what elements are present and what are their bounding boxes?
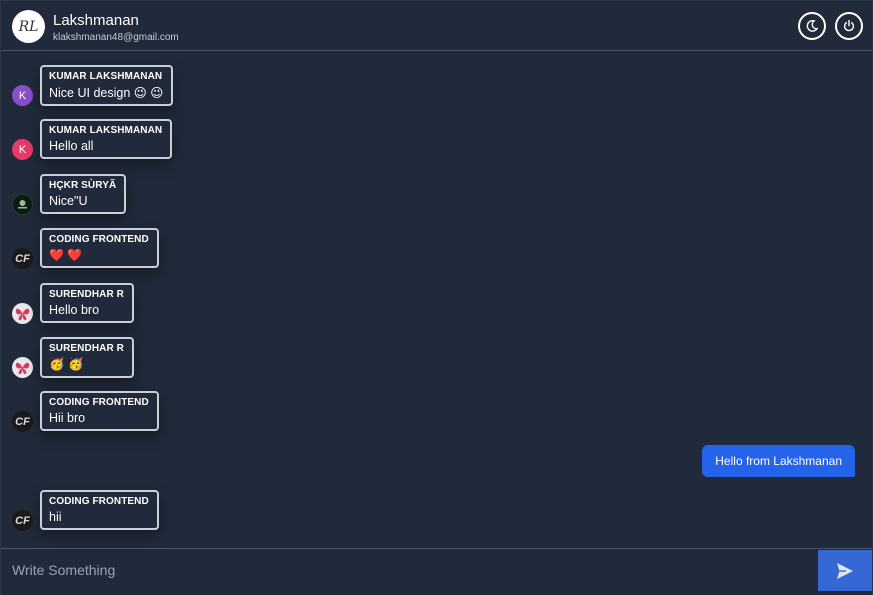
message-text: Nice UI design 😉 😉 [49, 86, 164, 100]
message-text: Nice"U [49, 194, 88, 208]
user-email: klakshmanan48@gmail.com [53, 32, 179, 43]
power-icon [843, 19, 855, 32]
message-list[interactable]: K KUMAR LAKSHMANAN Nice UI design 😉 😉 K … [1, 51, 872, 548]
message-text: hii [49, 510, 62, 524]
message-text: Hii bro [49, 411, 86, 425]
message-bubble: HÇKR SÙRYÃ Nice"U [40, 174, 127, 214]
sender-avatar: CF [12, 510, 33, 531]
send-icon [837, 562, 853, 579]
message-sender: HÇKR SÙRYÃ [49, 180, 117, 191]
message-sender: KUMAR LAKSHMANAN [49, 125, 163, 136]
message-text: Hello bro [49, 303, 100, 317]
message-sender: CODING FRONTEND [49, 496, 149, 507]
sender-avatar: K [12, 85, 33, 106]
message-text: ❤️ ❤️ [49, 248, 83, 262]
sender-avatar [12, 194, 33, 215]
own-message-bubble: Hello from Lakshmanan [702, 445, 855, 477]
moon-icon [806, 19, 819, 32]
message-sender: CODING FRONTEND [49, 397, 149, 408]
message-bubble: SURENDHAR R 🥳 🥳 [40, 337, 134, 378]
butterfly-icon [15, 308, 30, 320]
message-bubble: KUMAR LAKSHMANAN Nice UI design 😉 😉 [40, 65, 174, 106]
message-bubble: CODING FRONTEND Hii bro [40, 391, 159, 431]
sender-avatar: CF [12, 411, 33, 432]
message-input[interactable] [1, 549, 833, 591]
sender-avatar [12, 303, 33, 324]
message-text: Hello all [49, 139, 94, 153]
user-name: Lakshmanan [53, 12, 139, 29]
message-composer [1, 548, 872, 595]
theme-toggle-button[interactable] [798, 12, 826, 40]
user-avatar[interactable]: RL [12, 10, 45, 43]
message-sender: SURENDHAR R [49, 343, 124, 354]
hacker-logo-icon [18, 200, 27, 209]
message-bubble: KUMAR LAKSHMANAN Hello all [40, 119, 173, 159]
message-sender: KUMAR LAKSHMANAN [49, 71, 163, 82]
message-bubble: SURENDHAR R Hello bro [40, 283, 134, 323]
message-bubble: CODING FRONTEND ❤️ ❤️ [40, 228, 159, 268]
message-bubble: CODING FRONTEND hii [40, 490, 159, 530]
butterfly-icon [15, 362, 30, 374]
sender-avatar [12, 357, 33, 378]
sender-avatar: CF [12, 248, 33, 269]
send-button[interactable] [818, 550, 872, 591]
chat-window: RL Lakshmanan klakshmanan48@gmail.com K … [0, 0, 873, 595]
message-sender: CODING FRONTEND [49, 234, 149, 245]
message-text: 🥳 🥳 [49, 357, 84, 371]
sender-avatar: K [12, 139, 33, 160]
logout-button[interactable] [835, 12, 863, 40]
chat-header: RL Lakshmanan klakshmanan48@gmail.com [1, 1, 872, 51]
message-sender: SURENDHAR R [49, 289, 124, 300]
